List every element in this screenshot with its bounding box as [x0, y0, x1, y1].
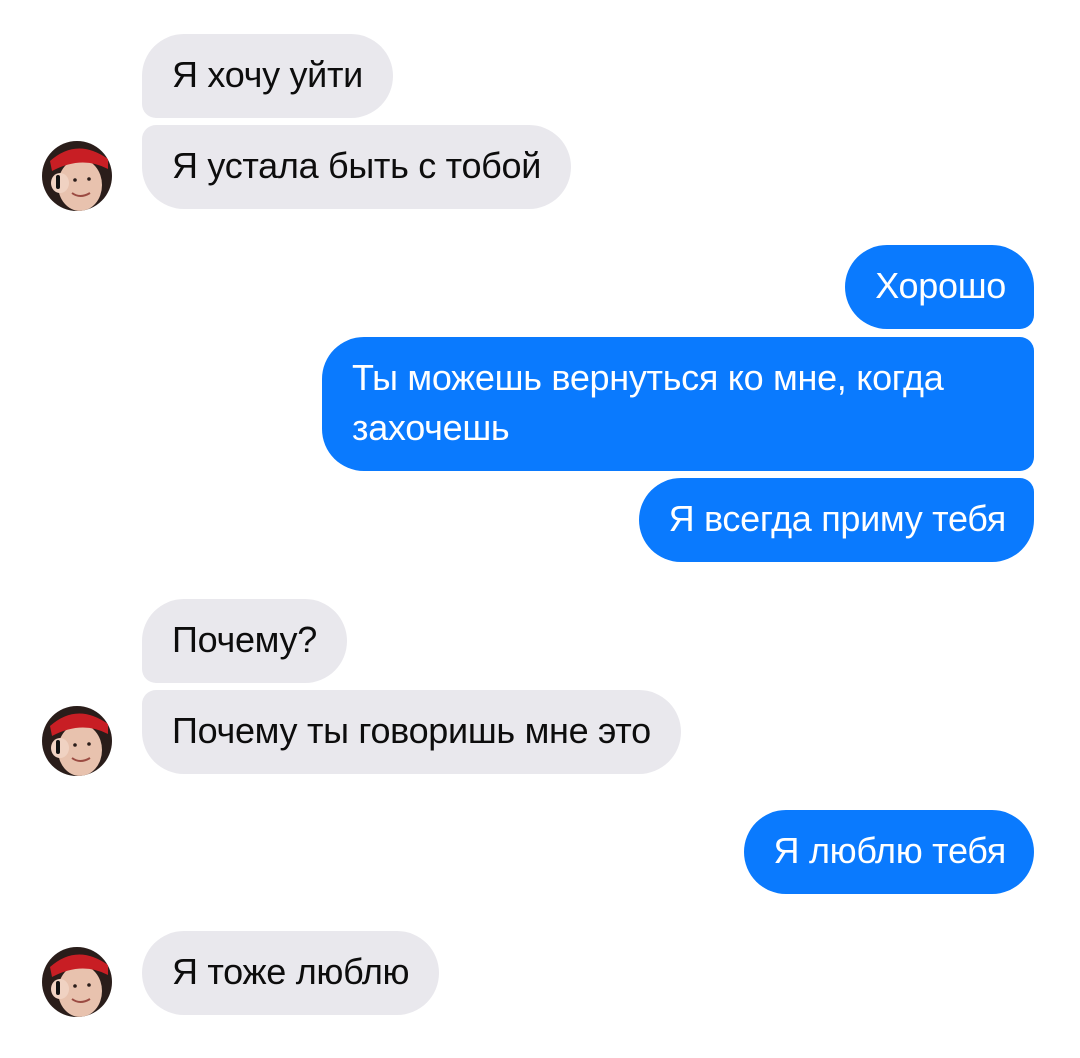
outgoing-message-bubble[interactable]: Я всегда приму тебя	[638, 478, 1034, 562]
avatar-photo-icon	[42, 947, 112, 1017]
message-text: Я устала быть с тобой	[172, 145, 542, 186]
message-text: Почему?	[172, 619, 317, 660]
incoming-message-bubble[interactable]: Почему ты говоришь мне это	[142, 690, 681, 774]
incoming-message-bubble[interactable]: Я устала быть с тобой	[142, 125, 572, 209]
message-text: Я всегда приму тебя	[668, 498, 1007, 539]
incoming-message-bubble[interactable]: Почему?	[142, 599, 347, 683]
message-text: Я хочу уйти	[172, 54, 363, 95]
message-text: Ты можешь вернуться ко мне, когда захоче…	[352, 357, 944, 448]
message-text: Я тоже люблю	[172, 951, 410, 992]
outgoing-message-bubble[interactable]: Я люблю тебя	[743, 810, 1034, 894]
incoming-message-bubble[interactable]: Я хочу уйти	[142, 34, 393, 118]
outgoing-message-bubble[interactable]: Ты можешь вернуться ко мне, когда захоче…	[322, 337, 1034, 471]
message-text: Почему ты говоришь мне это	[172, 710, 651, 751]
avatar-photo-icon	[42, 141, 112, 211]
incoming-message-bubble[interactable]: Я тоже люблю	[142, 931, 440, 1015]
contact-avatar[interactable]	[42, 947, 112, 1017]
contact-avatar[interactable]	[42, 141, 112, 211]
outgoing-message-bubble[interactable]: Хорошо	[845, 245, 1034, 329]
message-text: Хорошо	[875, 265, 1006, 306]
avatar-photo-icon	[42, 706, 112, 776]
message-text: Я люблю тебя	[773, 830, 1007, 871]
contact-avatar[interactable]	[42, 706, 112, 776]
